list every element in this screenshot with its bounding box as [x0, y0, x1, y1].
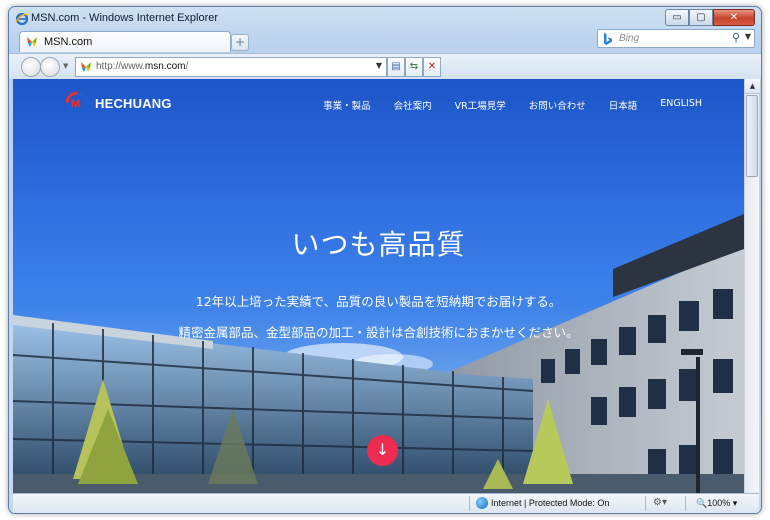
- protected-mode-icon[interactable]: ⚙▾: [653, 497, 667, 508]
- address-dropdown-icon[interactable]: ▼: [376, 61, 382, 70]
- msn-butterfly-icon: [81, 62, 91, 72]
- security-zone-text[interactable]: Internet | Protected Mode: On: [491, 498, 609, 508]
- ie-window: MSN.com - Windows Internet Explorer ▭ ▢ …: [8, 6, 762, 514]
- menu-vr-factory-tour[interactable]: VR工場見学: [455, 98, 506, 112]
- msn-butterfly-icon: [27, 37, 37, 47]
- hero-title: いつも高品質: [291, 228, 466, 261]
- svg-text:M: M: [71, 98, 80, 110]
- hero-tagline-2: 精密金属部品、金型部品の加工・設計は合創技術におまかせください。: [178, 325, 579, 340]
- search-dropdown-icon[interactable]: ▼: [745, 32, 751, 41]
- bing-icon: [604, 33, 612, 45]
- status-divider: [469, 496, 470, 511]
- search-placeholder: Bing: [619, 33, 640, 44]
- menu-language-english[interactable]: ENGLISH: [660, 98, 702, 112]
- compatibility-view-icon[interactable]: ▤: [387, 57, 405, 77]
- site-menu: 事業・製品 会社案内 VR工場見学 お問い合わせ 日本語 ENGLISH: [323, 98, 702, 112]
- scroll-up-arrow-icon[interactable]: ▲: [745, 79, 760, 94]
- new-tab-button[interactable]: +: [231, 34, 249, 51]
- status-bar: Internet | Protected Mode: On ⚙▾ 🔍100% ▾: [13, 493, 759, 513]
- status-divider: [645, 496, 646, 511]
- address-bar[interactable]: http://www.msn.com/ ▼: [75, 57, 387, 77]
- site-logo[interactable]: M HECHUANG: [65, 90, 172, 116]
- logo-text: HECHUANG: [95, 95, 172, 111]
- minimize-button[interactable]: ▭: [665, 9, 689, 26]
- hero-tagline-1: 12年以上培った実績で、品質の良い製品を短納期でお届けする。: [195, 294, 562, 309]
- scrollbar-thumb[interactable]: [746, 95, 758, 177]
- forward-button[interactable]: [40, 57, 60, 77]
- search-magnifier-icon[interactable]: ⚲: [732, 31, 740, 44]
- search-box[interactable]: Bing ⚲ ▼: [597, 29, 755, 48]
- menu-language-japanese[interactable]: 日本語: [609, 98, 638, 112]
- hechuang-logo-icon: M: [65, 91, 89, 115]
- stop-icon[interactable]: ✕: [423, 57, 441, 77]
- internet-explorer-icon: [15, 12, 29, 26]
- history-dropdown-icon[interactable]: ▼: [63, 62, 68, 70]
- navigation-bar: ▼ http://www.msn.com/ ▼ ▤ ⇆ ✕: [9, 53, 761, 79]
- tab-msn[interactable]: MSN.com: [19, 31, 231, 52]
- maximize-button[interactable]: ▢: [689, 9, 713, 26]
- window-title: MSN.com - Windows Internet Explorer: [31, 12, 219, 24]
- title-bar[interactable]: MSN.com - Windows Internet Explorer ▭ ▢ …: [9, 7, 761, 31]
- menu-products[interactable]: 事業・製品: [323, 98, 371, 112]
- scroll-down-button[interactable]: ↓: [367, 435, 398, 466]
- page-viewport: M HECHUANG 事業・製品 会社案内 VR工場見学 お問い合わせ 日本語 …: [13, 79, 744, 493]
- back-button[interactable]: [21, 57, 41, 77]
- hero-background-photo: [13, 214, 744, 493]
- tab-label: MSN.com: [44, 36, 93, 48]
- menu-contact[interactable]: お問い合わせ: [529, 98, 586, 112]
- status-divider: [685, 496, 686, 511]
- vertical-scrollbar[interactable]: ▲: [744, 79, 760, 493]
- address-url: http://www.msn.com/: [96, 61, 189, 72]
- zoom-level[interactable]: 🔍100% ▾: [696, 498, 737, 509]
- refresh-icon[interactable]: ⇆: [405, 57, 423, 77]
- window-controls: ▭ ▢ ✕: [665, 9, 755, 27]
- close-button[interactable]: ✕: [713, 9, 755, 26]
- menu-company[interactable]: 会社案内: [394, 98, 432, 112]
- globe-icon: [476, 497, 488, 509]
